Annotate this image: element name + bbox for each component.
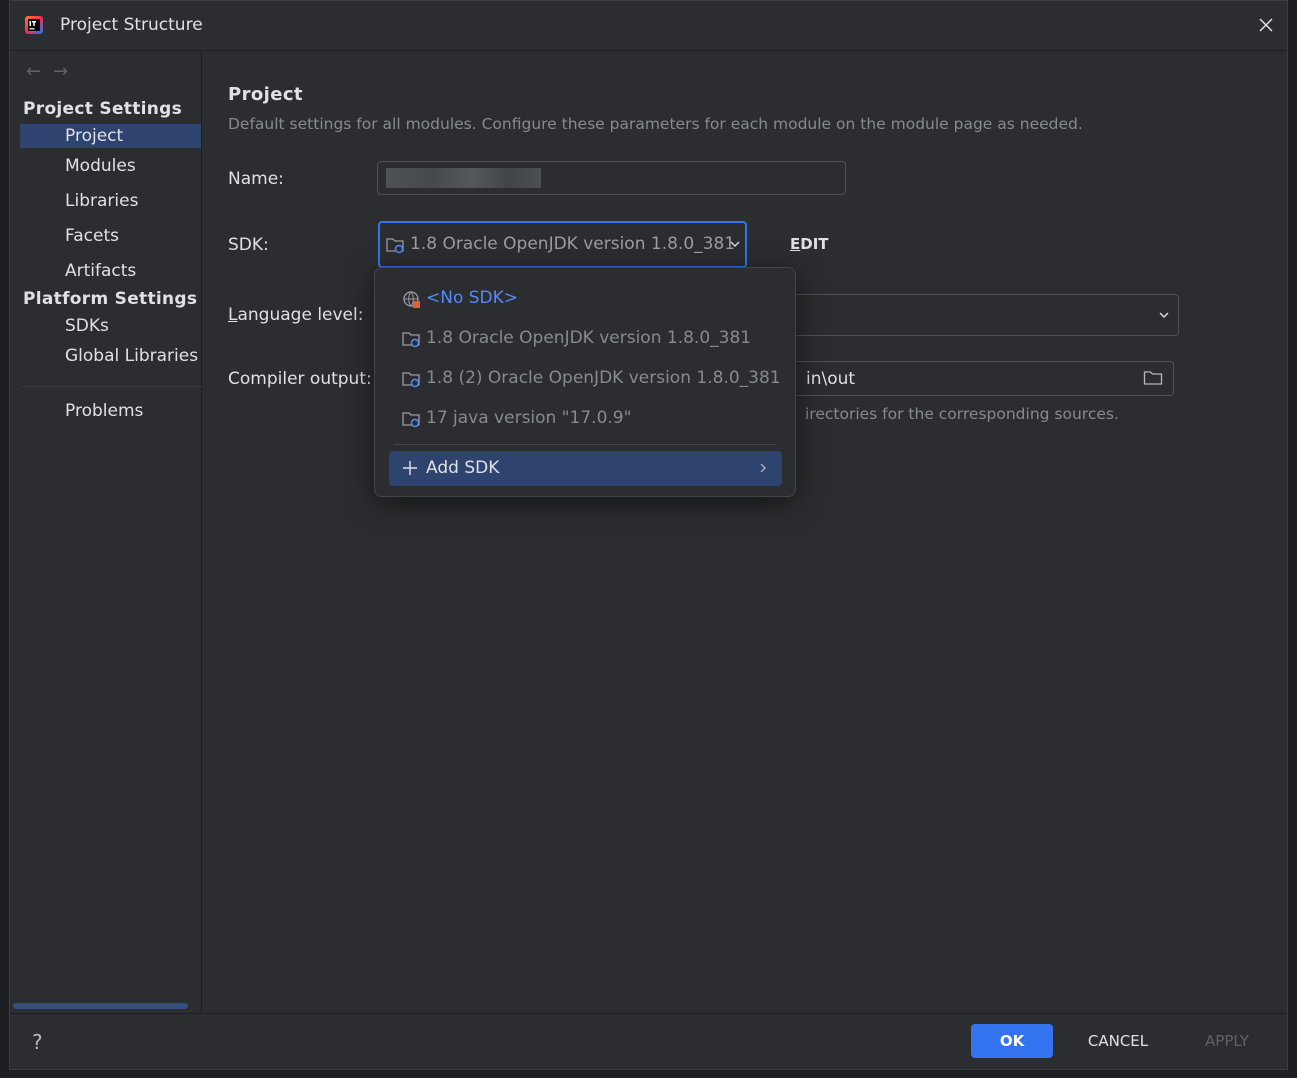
- plus-icon: [403, 461, 417, 475]
- edit-label-rest: DIT: [800, 235, 829, 253]
- sdk-selected-value: 1.8 Oracle OpenJDK version 1.8.0_381: [410, 234, 736, 254]
- sidebar-item-problems[interactable]: Problems: [20, 399, 201, 423]
- project-structure-dialog: Project Structure ← → Project Settings Pr…: [9, 0, 1288, 1070]
- platform-settings-header: Platform Settings: [23, 289, 198, 309]
- sdk-option-1-8[interactable]: 1.8 Oracle OpenJDK version 1.8.0_381: [389, 320, 781, 356]
- compiler-output-value: in\out: [806, 369, 856, 389]
- project-settings-panel: Project Default settings for all modules…: [202, 51, 1287, 1013]
- sdk-option-label: 17 java version "17.0.9": [426, 408, 632, 428]
- name-label: Name:: [228, 169, 284, 189]
- language-level-label-rest: anguage level:: [237, 305, 364, 325]
- folder-icon[interactable]: [1143, 370, 1163, 386]
- popup-divider: [394, 444, 777, 445]
- add-sdk-label: Add SDK: [426, 458, 500, 478]
- sdk-option-label: 1.8 Oracle OpenJDK version 1.8.0_381: [426, 328, 752, 348]
- page-title: Project: [228, 84, 303, 105]
- sidebar-item-sdks[interactable]: SDKs: [20, 314, 201, 338]
- sidebar-divider: [20, 386, 202, 387]
- sdk-option-17[interactable]: 17 java version "17.0.9": [389, 400, 781, 436]
- sdk-dropdown-popup: <No SDK> 1.8 Oracle OpenJDK version 1.8.…: [374, 267, 796, 497]
- project-settings-header: Project Settings: [23, 99, 183, 119]
- compiler-output-hint: irectories for the corresponding sources…: [805, 405, 1119, 423]
- sdk-combobox[interactable]: 1.8 Oracle OpenJDK version 1.8.0_381: [378, 221, 747, 268]
- sdk-option-1-8-2[interactable]: 1.8 (2) Oracle OpenJDK version 1.8.0_381: [389, 360, 781, 396]
- add-sdk-menu-item[interactable]: Add SDK: [389, 451, 782, 486]
- intellij-logo-icon: [25, 16, 43, 34]
- dialog-footer: ? OK CANCEL APPLY: [10, 1013, 1287, 1069]
- title-bar: Project Structure: [10, 1, 1287, 51]
- dialog-title: Project Structure: [60, 15, 203, 35]
- language-level-label: Language level:: [228, 305, 363, 325]
- nav-arrows: ← →: [26, 61, 80, 82]
- jdk-folder-icon: [402, 412, 420, 428]
- edit-sdk-button[interactable]: EDIT: [790, 235, 829, 253]
- sidebar-item-project[interactable]: Project: [20, 124, 201, 148]
- compiler-output-label: Compiler output:: [228, 369, 372, 389]
- apply-button: APPLY: [1205, 1032, 1249, 1050]
- help-button[interactable]: ?: [32, 1030, 43, 1054]
- edit-mnemonic: E: [790, 235, 801, 253]
- jdk-folder-icon: [402, 332, 420, 348]
- sidebar-item-modules[interactable]: Modules: [20, 154, 201, 178]
- sdk-option-label: <No SDK>: [426, 288, 519, 308]
- sdk-option-no-sdk[interactable]: <No SDK>: [389, 280, 781, 316]
- redacted-name: [386, 168, 541, 188]
- sidebar-item-artifacts[interactable]: Artifacts: [20, 259, 201, 283]
- chevron-down-icon: [1159, 312, 1169, 318]
- sdk-option-label: 1.8 (2) Oracle OpenJDK version 1.8.0_381: [426, 368, 781, 388]
- sidebar-item-global-libraries[interactable]: Global Libraries: [20, 344, 201, 368]
- ok-button[interactable]: OK: [971, 1024, 1053, 1058]
- arrow-left-icon[interactable]: ←: [26, 61, 41, 82]
- chevron-right-icon: [760, 463, 766, 473]
- sidebar-scrollbar[interactable]: [13, 1003, 188, 1009]
- close-icon[interactable]: [1257, 16, 1275, 34]
- jdk-folder-icon: [402, 372, 420, 388]
- settings-sidebar: ← → Project Settings Project Modules Libr…: [10, 51, 202, 1013]
- cancel-button[interactable]: CANCEL: [1078, 1024, 1158, 1058]
- sdk-label: SDK:: [228, 235, 269, 255]
- sidebar-item-facets[interactable]: Facets: [20, 224, 201, 248]
- arrow-right-icon[interactable]: →: [53, 61, 68, 82]
- chevron-down-icon: [730, 241, 740, 247]
- jdk-folder-icon: [386, 238, 404, 254]
- sidebar-item-libraries[interactable]: Libraries: [20, 189, 201, 213]
- globe-warning-icon: [403, 291, 420, 308]
- project-name-input[interactable]: [377, 161, 846, 195]
- page-description: Default settings for all modules. Config…: [228, 115, 1083, 133]
